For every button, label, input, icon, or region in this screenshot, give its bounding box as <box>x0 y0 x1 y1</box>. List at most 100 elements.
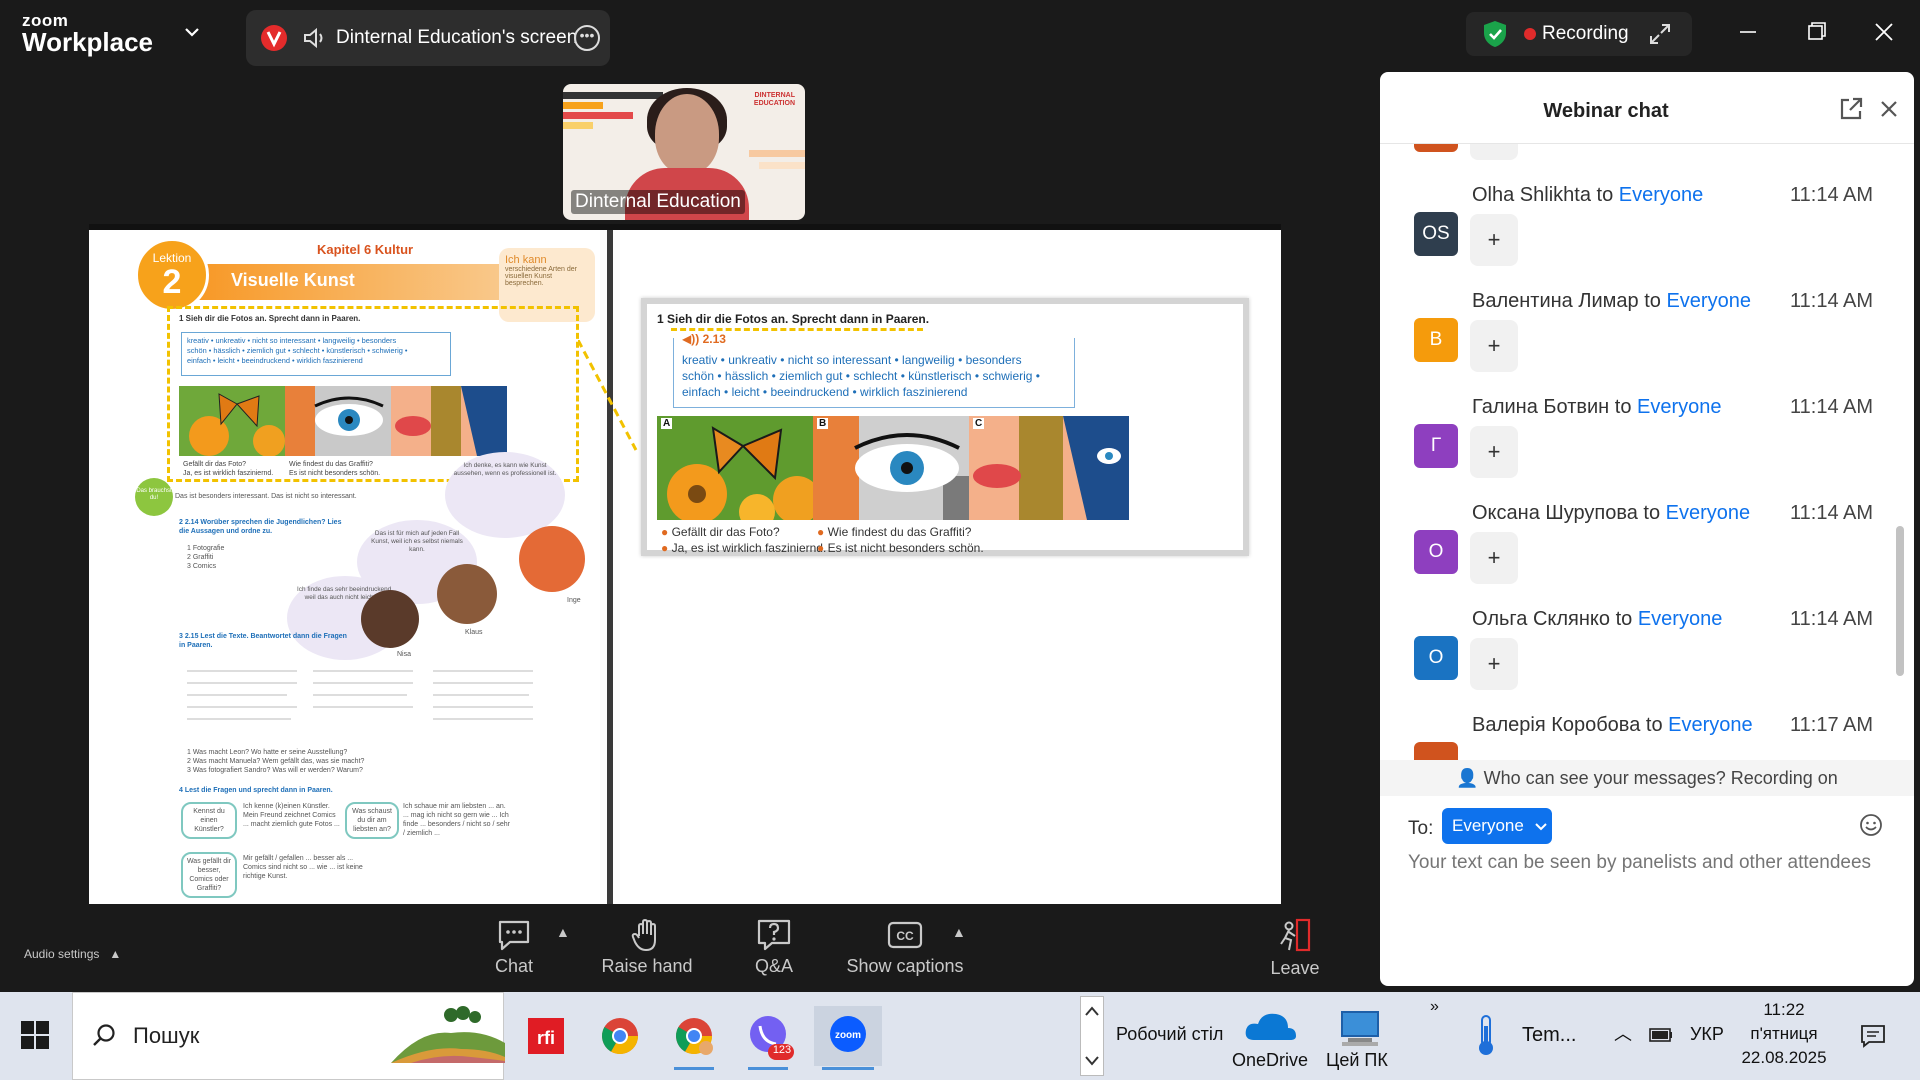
chat-scrollbar[interactable] <box>1894 154 1904 754</box>
desktop-toolbar-label[interactable]: Робочий стіл <box>1116 1024 1223 1045</box>
app-logo-icon <box>261 25 287 51</box>
emoji-icon[interactable] <box>1858 812 1884 838</box>
chat-message: В Валентина Лимар to Everyone 11:14 AM + <box>1380 284 1914 390</box>
word-box: kreativ • unkreativ • nicht so interessa… <box>673 338 1075 408</box>
exercise-2-items: 1 Fotografie 2 Graffiti 3 Comics <box>187 545 225 570</box>
restore-button[interactable] <box>1796 14 1836 50</box>
visibility-notice[interactable]: 👤 Who can see your messages? Recording o… <box>1380 760 1914 796</box>
chevron-down-icon[interactable] <box>184 22 200 43</box>
speech-bubble-1: Ich denke, es kann wie Kunst aussehen, w… <box>445 452 565 538</box>
braucht-badge: Das brauchst du! <box>135 478 173 516</box>
message-time: 11:14 AM <box>1790 608 1874 630</box>
lektion-badge: Lektion 2 <box>135 238 209 312</box>
caption-photo-b: ● Wie findest du das Graffiti? ● Es ist … <box>817 525 984 555</box>
expand-icon[interactable] <box>1648 22 1672 46</box>
captions-options-caret-icon[interactable]: ▲ <box>952 924 966 940</box>
chat-previous-avatar <box>1414 144 1458 152</box>
shield-check-icon[interactable] <box>1482 20 1508 48</box>
thermometer-icon[interactable] <box>1474 1014 1498 1058</box>
chapter-title: Kapitel 6 Kultur <box>317 242 414 257</box>
sender-avatar <box>1414 742 1458 760</box>
title-bar: zoom Workplace Dinternal Education's scr… <box>0 0 1920 68</box>
sender-line: Ольга Склянко to Everyone <box>1472 608 1723 630</box>
recording-label: Recording <box>1542 23 1629 44</box>
exercise-1-heading-small: 1 Sieh dir die Fotos an. Sprecht dann in… <box>179 314 361 323</box>
recipient-link[interactable]: Everyone <box>1619 184 1704 206</box>
speaker-icon[interactable] <box>302 26 328 50</box>
add-reaction-button[interactable]: + <box>1470 532 1518 584</box>
windows-taskbar: Пошук rfi 123 zoom Робочий стіл OneDrive… <box>0 992 1920 1080</box>
zoom-logo: zoom Workplace <box>22 12 153 55</box>
tray-overflow-chevron-icon[interactable]: ︿ <box>1614 1020 1632 1046</box>
message-time: 11:17 AM <box>1790 714 1874 736</box>
notification-center-icon[interactable] <box>1860 1024 1886 1048</box>
minimize-button[interactable] <box>1728 14 1768 50</box>
recipient-link[interactable]: Everyone <box>1638 608 1723 630</box>
recipient-dropdown[interactable]: Everyone <box>1442 808 1552 844</box>
taskbar-app-zoom[interactable]: zoom <box>814 1006 882 1070</box>
taskbar-app-rfi[interactable]: rfi <box>518 1006 574 1066</box>
speaker-video-thumbnail[interactable]: DINTERNAL EDUCATION Dinternal Education <box>563 84 805 220</box>
more-options-icon[interactable]: ••• <box>574 25 600 51</box>
sender-avatar: Г <box>1414 424 1458 468</box>
input-language[interactable]: УКР <box>1690 1024 1724 1045</box>
onedrive-label[interactable]: OneDrive <box>1232 1050 1308 1071</box>
taskbar-app-chrome[interactable] <box>592 1006 648 1066</box>
chat-button[interactable]: Chat <box>484 918 544 977</box>
caption-photo-a: ● Gefällt dir das Foto? ● Ja, es ist wir… <box>661 525 827 555</box>
search-icon <box>93 1024 115 1046</box>
hand-icon <box>631 919 656 951</box>
participant-name: Dinternal Education <box>571 190 745 214</box>
this-pc-label[interactable]: Цей ПК <box>1326 1050 1388 1071</box>
scrollbar-thumb[interactable] <box>1896 526 1904 676</box>
add-reaction-button[interactable]: + <box>1470 426 1518 478</box>
sender-avatar: OS <box>1414 212 1458 256</box>
qa-button[interactable]: Q&A <box>752 918 796 977</box>
chat-icon <box>498 920 530 951</box>
student-avatar-klaus <box>437 564 497 624</box>
recipient-link[interactable]: Everyone <box>1666 502 1751 524</box>
desktop-scroll-control[interactable] <box>1080 996 1104 1076</box>
taskbar-app-viber[interactable]: 123 <box>740 1006 796 1070</box>
close-window-button[interactable] <box>1864 14 1904 50</box>
logo-workplace-text: Workplace <box>22 27 154 57</box>
chat-message: О Ольга Склянко to Everyone 11:14 AM + <box>1380 602 1914 708</box>
show-captions-button[interactable]: CC Show captions <box>840 918 970 977</box>
sender-line: Галина Ботвин to Everyone <box>1472 396 1722 418</box>
add-reaction-button[interactable]: + <box>1470 638 1518 690</box>
pop-out-icon[interactable] <box>1838 96 1864 122</box>
share-title: Dinternal Education's screen <box>336 27 578 48</box>
student-avatar-nisa <box>361 590 419 648</box>
recipient-link[interactable]: Everyone <box>1637 396 1722 418</box>
graffiti-eye-photo-small <box>285 386 401 456</box>
toolbar-overflow-chevron-icon[interactable]: » <box>1430 998 1439 1016</box>
chat-message-input[interactable] <box>1408 852 1898 874</box>
screen-share-indicator[interactable]: Dinternal Education's screen ••• <box>246 10 610 66</box>
textbook-page: Lektion 2 Kapitel 6 Kultur Visuelle Kuns… <box>127 230 613 904</box>
exercise-2-heading: 2 2.14 Worüber sprechen die Jugendlichen… <box>179 519 342 535</box>
message-time: 11:14 AM <box>1790 502 1874 524</box>
windows-start-icon[interactable] <box>20 1020 50 1050</box>
weather-label[interactable]: Tem... <box>1522 1024 1576 1047</box>
recipient-link[interactable]: Everyone <box>1668 714 1753 736</box>
taskbar-search-box[interactable]: Пошук <box>72 992 505 1080</box>
taskbar-app-chrome-profile[interactable] <box>666 1006 722 1070</box>
chat-previous-react[interactable] <box>1470 144 1518 160</box>
search-placeholder: Пошук <box>133 1023 200 1048</box>
add-reaction-button[interactable]: + <box>1470 214 1518 266</box>
add-reaction-button[interactable]: + <box>1470 320 1518 372</box>
leave-button[interactable]: Leave <box>1270 918 1320 979</box>
battery-plug-icon[interactable] <box>1648 1026 1674 1044</box>
sender-avatar: О <box>1414 530 1458 574</box>
recipient-link[interactable]: Everyone <box>1666 290 1751 312</box>
raise-hand-button[interactable]: Raise hand <box>600 918 694 977</box>
close-icon[interactable] <box>1876 96 1902 122</box>
chat-options-caret-icon[interactable]: ▲ <box>556 924 570 940</box>
recording-indicator[interactable]: Recording <box>1466 12 1692 56</box>
chat-message-list[interactable]: OS Olha Shlikhta to Everyone 11:14 AM + … <box>1380 144 1914 760</box>
recording-dot-icon <box>1524 28 1536 40</box>
exercise-3-questions: 1 Was macht Leon? Wo hatte er seine Auss… <box>187 749 365 774</box>
system-clock[interactable]: 11:22 п'ятниця 22.08.2025 <box>1728 998 1840 1070</box>
audio-settings-button[interactable]: Audio settings ▲ <box>24 942 121 963</box>
qa-icon <box>757 919 791 951</box>
